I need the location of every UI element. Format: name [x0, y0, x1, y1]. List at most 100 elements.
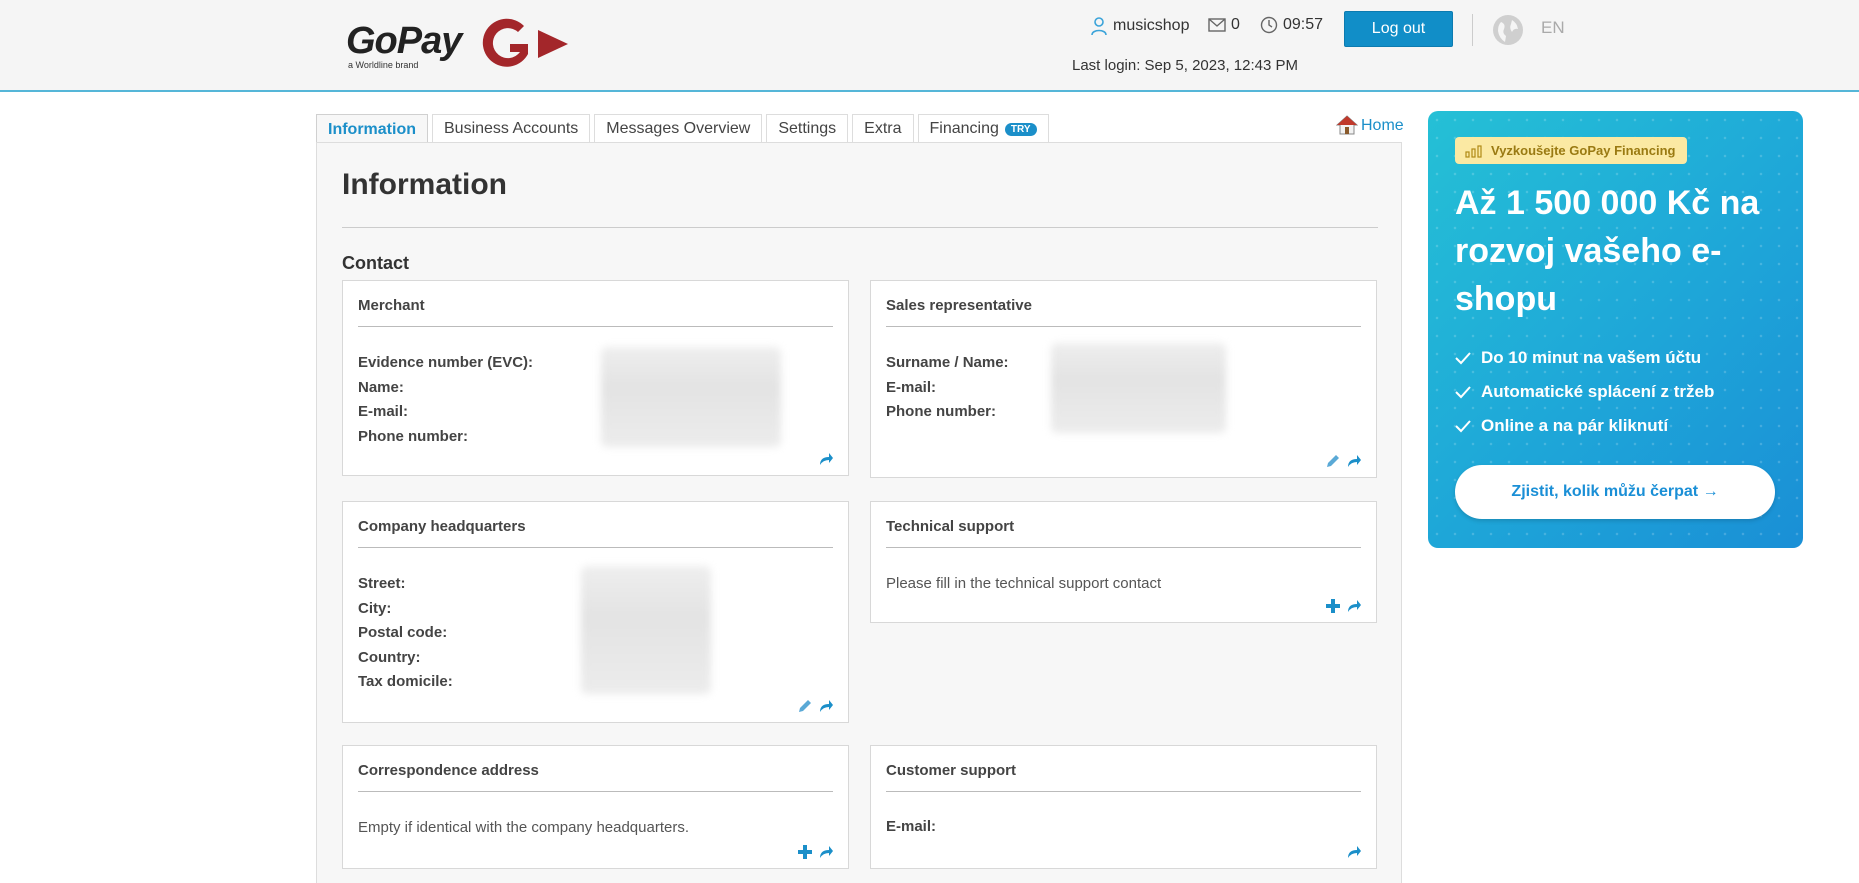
correspondence-note: Empty if identical with the company head…: [358, 819, 690, 836]
tab-label: Information: [328, 120, 416, 138]
correspondence-address-card: Correspondence address Empty if identica…: [342, 745, 849, 869]
field-label: E-mail:: [886, 818, 937, 835]
tab-label: Extra: [864, 120, 902, 137]
promo-bullet: Online a na pár kliknutí: [1455, 409, 1714, 443]
last-login: Last login: Sep 5, 2023, 12:43 PM: [1072, 57, 1298, 74]
pencil-icon[interactable]: [798, 699, 812, 713]
page-title: Information: [342, 168, 507, 201]
gopay-logo[interactable]: GoPay a Worldline brand: [346, 16, 576, 76]
top-header: GoPay a Worldline brand musicshop 0 09:5…: [0, 0, 1859, 92]
clock-icon: [1260, 16, 1278, 34]
sales-fields: Surname / Name: E-mail: Phone number:: [886, 351, 1009, 425]
promo-headline: Až 1 500 000 Kč na rozvoj vašeho e-shopu: [1455, 184, 1760, 318]
tab-financing[interactable]: Financing TRY: [917, 114, 1049, 143]
main-tabs: Information Business Accounts Messages O…: [316, 114, 1049, 144]
promo-badge-label: Vyzkoušejte GoPay Financing: [1491, 143, 1676, 158]
redacted-values: [1051, 343, 1226, 433]
field-label: Phone number:: [358, 427, 469, 445]
tab-business-accounts[interactable]: Business Accounts: [432, 114, 591, 143]
promo-bullet: Do 10 minut na vašem účtu: [1455, 341, 1714, 375]
headquarters-fields: Street: City: Postal code: Country: Tax …: [358, 572, 453, 695]
field-label: Phone number:: [886, 403, 997, 420]
tab-label: Business Accounts: [444, 120, 579, 137]
tab-extra[interactable]: Extra: [852, 114, 914, 143]
messages-count: 0: [1231, 16, 1240, 33]
plus-icon[interactable]: [1326, 599, 1340, 613]
card-actions: [798, 845, 834, 859]
field-label: City:: [358, 599, 392, 617]
card-actions: [1326, 599, 1362, 613]
home-label: Home: [1361, 117, 1404, 134]
username: musicshop: [1113, 17, 1190, 34]
redirect-arrow-icon[interactable]: [818, 699, 834, 713]
user-account[interactable]: musicshop: [1090, 16, 1189, 36]
field-label: Postal code:: [358, 624, 448, 641]
messages-indicator[interactable]: 0: [1208, 16, 1240, 34]
field-label: E-mail:: [886, 378, 937, 396]
customer-support-card: Customer support E-mail:: [870, 745, 1377, 869]
field-label: Street:: [358, 575, 406, 592]
card-title: Customer support: [886, 762, 1017, 779]
redirect-arrow-icon[interactable]: [818, 845, 834, 859]
redacted-values: [601, 347, 781, 447]
language-selector[interactable]: EN: [1541, 18, 1565, 38]
promo-bullet-text: Do 10 minut na vašem účtu: [1481, 348, 1702, 367]
logout-button[interactable]: Log out: [1344, 11, 1453, 47]
chart-icon: [1465, 144, 1482, 158]
logo-subtitle: a Worldline brand: [348, 60, 419, 70]
page: GoPay a Worldline brand musicshop 0 09:5…: [0, 0, 1859, 883]
home-link[interactable]: Home: [1336, 115, 1404, 135]
card-actions: [798, 699, 834, 713]
field-label: Name:: [358, 378, 404, 396]
card-actions: [818, 452, 834, 466]
tab-messages-overview[interactable]: Messages Overview: [594, 114, 763, 143]
house-icon: [1336, 115, 1358, 135]
promo-badge: Vyzkoušejte GoPay Financing: [1455, 137, 1688, 164]
technical-support-note: Please fill in the technical support con…: [886, 575, 1162, 592]
header-divider: [1472, 14, 1473, 46]
card-title: Company headquarters: [358, 518, 526, 535]
session-time: 09:57: [1283, 16, 1324, 33]
check-icon: [1455, 386, 1471, 399]
card-actions: [1326, 454, 1362, 468]
redirect-arrow-icon[interactable]: [818, 452, 834, 466]
merchant-card: Merchant Evidence number (EVC): Name: E-…: [342, 280, 849, 476]
redirect-arrow-icon[interactable]: [1346, 454, 1362, 468]
information-panel: Information Contact Merchant Evidence nu…: [316, 142, 1402, 883]
pencil-icon[interactable]: [1326, 454, 1340, 468]
card-divider: [358, 326, 833, 327]
customer-support-fields: E-mail:: [886, 815, 936, 840]
field-label: Surname / Name:: [886, 354, 1009, 371]
tab-information[interactable]: Information: [316, 114, 428, 144]
promo-cta-button[interactable]: Zjistit, kolik můžu čerpat →: [1455, 465, 1775, 519]
card-title: Merchant: [358, 297, 425, 314]
logo-text: GoPay: [346, 20, 462, 62]
title-divider: [342, 227, 1378, 228]
promo-bullet: Automatické splácení z tržeb: [1455, 375, 1714, 409]
financing-promo-banner[interactable]: Vyzkoušejte GoPay Financing Až 1 500 000…: [1428, 111, 1803, 548]
redirect-arrow-icon[interactable]: [1346, 845, 1362, 859]
card-title: Technical support: [886, 518, 1015, 535]
field-label: Tax domicile:: [358, 673, 453, 690]
check-icon: [1455, 420, 1471, 433]
card-title: Correspondence address: [358, 762, 539, 779]
sales-representative-card: Sales representative Surname / Name: E-m…: [870, 280, 1377, 478]
tab-label: Settings: [778, 120, 837, 137]
field-label: E-mail:: [358, 403, 409, 420]
try-badge: TRY: [1004, 122, 1037, 136]
merchant-fields: Evidence number (EVC): Name: E-mail: Pho…: [358, 351, 533, 449]
card-divider: [886, 326, 1361, 327]
user-icon: [1091, 17, 1107, 36]
envelope-icon: [1208, 18, 1226, 32]
card-divider: [886, 791, 1361, 792]
globe-icon[interactable]: [1492, 14, 1524, 46]
tab-settings[interactable]: Settings: [766, 114, 849, 143]
card-divider: [886, 547, 1361, 548]
promo-bullet-text: Automatické splácení z tržeb: [1481, 382, 1715, 401]
tab-label: Messages Overview: [606, 120, 751, 137]
section-contact: Contact: [342, 253, 409, 273]
redirect-arrow-icon[interactable]: [1346, 599, 1362, 613]
company-headquarters-card: Company headquarters Street: City: Posta…: [342, 501, 849, 723]
technical-support-card: Technical support Please fill in the tec…: [870, 501, 1377, 623]
plus-icon[interactable]: [798, 845, 812, 859]
